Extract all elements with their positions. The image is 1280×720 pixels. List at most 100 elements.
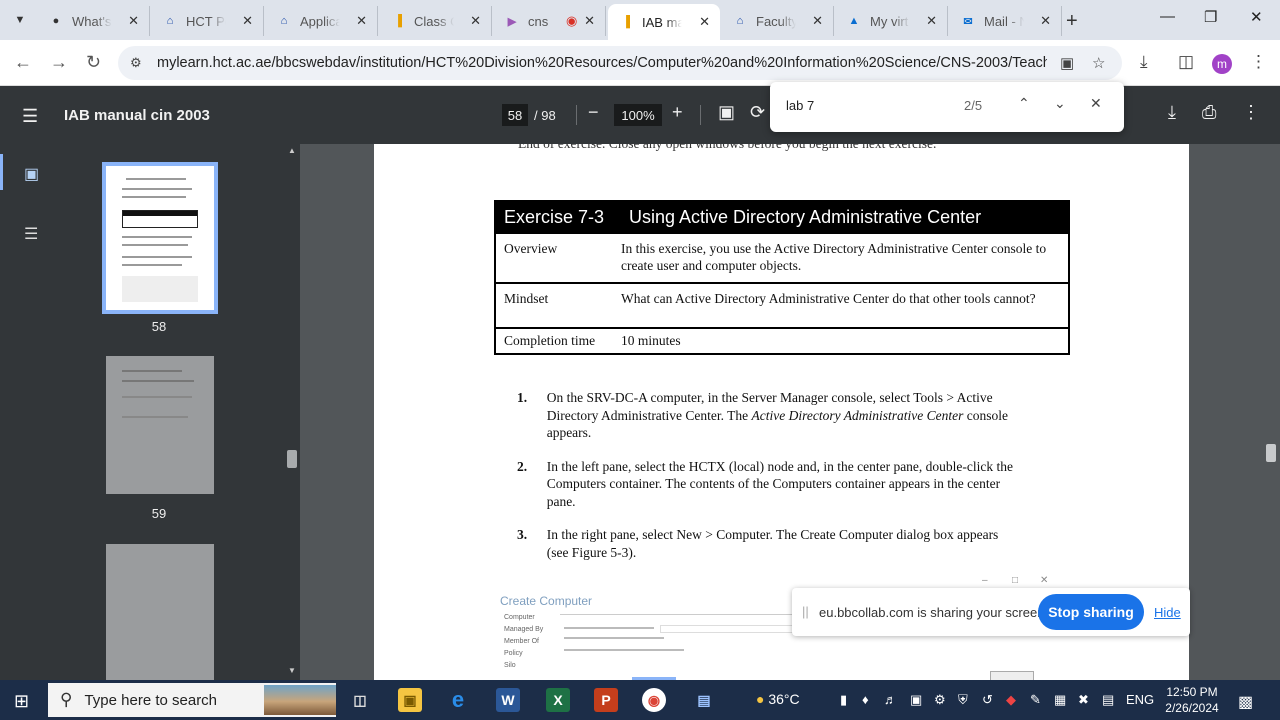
word-icon[interactable]: W <box>496 688 520 712</box>
search-icon: ⚲ <box>60 690 73 709</box>
language-indicator[interactable]: ENG <box>1126 692 1154 707</box>
outline-view-icon[interactable]: ☰ <box>24 224 42 243</box>
restore-button[interactable]: ❐ <box>1204 8 1217 26</box>
shield-icon[interactable]: ⛨ <box>958 692 968 708</box>
banner-restore-icon[interactable]: □ <box>1012 575 1018 586</box>
weather-widget[interactable]: ● 36°C <box>756 691 800 707</box>
find-input[interactable]: lab 7 <box>786 98 814 113</box>
photo-icon[interactable]: ▦ <box>1054 692 1066 708</box>
reload-button[interactable]: ↻ <box>86 52 101 73</box>
list-item: 2. In the left pane, select the HCTX (lo… <box>517 458 1017 511</box>
tab-title: What's I <box>72 13 112 29</box>
drag-handle-icon[interactable]: || <box>802 604 809 619</box>
download-icon[interactable]: ⤓ <box>1168 102 1176 123</box>
network-tool-icon[interactable]: ◆ <box>1006 692 1016 708</box>
side-panel-icon[interactable]: ◫ <box>1178 52 1194 72</box>
lens-icon[interactable]: ▣ <box>1060 54 1074 72</box>
system-clock[interactable]: 12:50 PM 2/26/2024 <box>1162 684 1222 716</box>
page-number-input[interactable]: 58 <box>502 104 528 126</box>
rotate-icon[interactable]: ⟳ <box>750 102 765 123</box>
new-tab-button[interactable]: + <box>1066 10 1078 33</box>
tab-4[interactable]: ▶ cns ◉ ✕ <box>494 6 606 36</box>
powerpoint-icon[interactable]: P <box>594 688 618 712</box>
close-tab-icon[interactable]: ✕ <box>470 13 481 29</box>
file-explorer-icon[interactable]: ▣ <box>398 688 422 712</box>
close-tab-icon[interactable]: ✕ <box>242 13 253 29</box>
tray-app-icon[interactable]: ✖ <box>1078 692 1089 708</box>
row-key: Mindset <box>504 291 549 306</box>
close-window-button[interactable]: ✕ <box>1250 8 1263 26</box>
security-icon[interactable]: ♦ <box>862 692 869 707</box>
remote-desktop-icon[interactable]: ▤ <box>692 688 716 712</box>
notes-icon[interactable]: ✎ <box>1030 692 1041 708</box>
notifications-icon[interactable]: ▩ <box>1238 692 1253 712</box>
thumbnail-page-59[interactable] <box>106 356 214 494</box>
tab-title: Applican <box>300 13 340 29</box>
bookmark-star-icon[interactable]: ☆ <box>1092 54 1105 72</box>
print-icon[interactable]: ⎙ <box>1202 102 1216 123</box>
previous-text: End of exercise. Close any open windows … <box>518 144 936 152</box>
zoom-in-icon[interactable]: + <box>672 102 683 123</box>
tab-7[interactable]: ▲ My virt ✕ <box>836 6 948 36</box>
sync-icon[interactable]: ↺ <box>982 692 993 708</box>
close-tab-icon[interactable]: ✕ <box>128 13 139 29</box>
thumbnail-pane: 58 59 <box>66 144 284 680</box>
tab-search-button[interactable]: ▼ <box>8 8 32 32</box>
banner-minimize-icon[interactable]: – <box>982 575 988 586</box>
fit-page-icon[interactable]: ▣ <box>718 102 735 123</box>
tab-3[interactable]: ▐ Class Cr ✕ <box>380 6 492 36</box>
tab-0[interactable]: ● What's I ✕ <box>38 6 150 36</box>
windows-start-icon[interactable]: ⊞ <box>14 691 29 712</box>
tab-8[interactable]: ✉ Mail - N ✕ <box>950 6 1062 36</box>
excel-icon[interactable]: X <box>546 688 570 712</box>
find-next-icon[interactable]: ⌄ <box>1054 95 1066 112</box>
stop-sharing-button[interactable]: Stop sharing <box>1038 594 1144 630</box>
tab-1[interactable]: ⌂ HCT Po ✕ <box>152 6 264 36</box>
tab-6[interactable]: ⌂ Faculty ✕ <box>722 6 834 36</box>
figure-title: Create Computer <box>500 594 593 608</box>
menu-icon[interactable]: ☰ <box>22 106 38 127</box>
profile-avatar[interactable]: m <box>1212 54 1232 74</box>
browser-menu-icon[interactable]: ⋮ <box>1250 52 1267 72</box>
downloads-icon[interactable]: ⤓ <box>1140 52 1148 72</box>
task-view-icon[interactable]: ◫ <box>348 688 372 712</box>
close-tab-icon[interactable]: ✕ <box>356 13 367 29</box>
close-tab-icon[interactable]: ✕ <box>699 14 710 30</box>
page-total: / 98 <box>534 108 556 123</box>
network-icon[interactable]: ▤ <box>1102 692 1114 708</box>
forward-button[interactable]: → <box>50 52 68 73</box>
tab-title: Class Cr <box>414 13 454 29</box>
thumbnail-page-58[interactable] <box>102 162 218 314</box>
thumbnail-page-60[interactable] <box>106 544 214 680</box>
close-tab-icon[interactable]: ✕ <box>926 13 937 29</box>
thumbnails-view-icon[interactable]: ▣ <box>24 164 42 183</box>
taskbar-search[interactable]: ⚲ Type here to search <box>48 683 336 717</box>
app-tray-icon[interactable]: ⚙ <box>934 692 946 708</box>
hide-banner-link[interactable]: Hide <box>1154 605 1181 620</box>
url-text[interactable]: mylearn.hct.ac.ae/bbcswebdav/institution… <box>157 55 1047 71</box>
volume-icon[interactable]: ♬ <box>884 692 897 707</box>
step-number: 1. <box>517 390 528 405</box>
tab-5[interactable]: ▐ IAB mar ✕ <box>608 4 720 40</box>
close-tab-icon[interactable]: ✕ <box>812 13 823 29</box>
minimize-button[interactable]: — <box>1160 8 1175 25</box>
zoom-input[interactable]: 100% <box>614 104 662 126</box>
display-icon[interactable]: ▣ <box>910 692 922 708</box>
steps-list: 1. On the SRV-DC-A computer, in the Serv… <box>517 389 1017 577</box>
back-button[interactable]: ← <box>14 52 32 73</box>
find-close-icon[interactable]: ✕ <box>1090 95 1102 112</box>
find-previous-icon[interactable]: ⌃ <box>1018 95 1030 112</box>
tab-2[interactable]: ⌂ Applican ✕ <box>266 6 378 36</box>
chrome-icon[interactable]: ◉ <box>642 688 666 712</box>
close-tab-icon[interactable]: ✕ <box>1040 13 1051 29</box>
close-tab-icon[interactable]: ✕ <box>584 13 595 29</box>
thumbnail-scrollbar[interactable]: ▲ ▼ <box>284 144 300 680</box>
more-options-icon[interactable]: ⋮ <box>1242 102 1260 123</box>
list-item: 3. In the right pane, select New > Compu… <box>517 526 1017 561</box>
edge-icon[interactable]: e <box>446 687 470 712</box>
zoom-out-icon[interactable]: − <box>588 102 599 123</box>
usb-icon[interactable]: ▮ <box>840 692 847 708</box>
address-bar[interactable]: ⚙ mylearn.hct.ac.ae/bbcswebdav/instituti… <box>118 46 1122 80</box>
site-info-icon[interactable]: ⚙ <box>130 55 148 71</box>
banner-close-icon[interactable]: ✕ <box>1040 575 1048 586</box>
